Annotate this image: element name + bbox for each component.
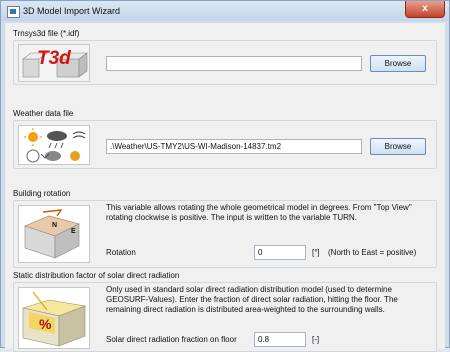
- weather-image: [18, 125, 90, 165]
- percent-symbol: %: [39, 316, 52, 332]
- solar-group: Static distribution factor of solar dire…: [13, 271, 437, 352]
- weather-group: Weather data file .\Weather\US-TMY2\US-W…: [13, 109, 437, 169]
- close-button[interactable]: x: [405, 1, 445, 18]
- solar-fraction-input[interactable]: 0.8: [254, 332, 306, 347]
- compass-north-label: N: [52, 222, 58, 229]
- trnsys3d-browse-button[interactable]: Browse: [370, 55, 426, 72]
- solar-group-label: Static distribution factor of solar dire…: [13, 271, 180, 280]
- rotation-description: This variable allows rotating the whole …: [106, 203, 412, 222]
- rotation-diagram: [19, 206, 89, 262]
- rotation-group-label: Building rotation: [13, 189, 71, 198]
- compass-east-label: E: [71, 228, 76, 235]
- wizard-window: 3D Model Import Wizard x Trnsys3d file (…: [0, 0, 450, 352]
- solar-group-box: % Only used in standard solar direct rad…: [13, 282, 437, 352]
- rotation-input[interactable]: 0: [254, 245, 306, 260]
- solar-image: %: [18, 287, 90, 349]
- trnsys3d-group: Trnsys3d file (*.idf) T3d Browse: [13, 29, 437, 85]
- weather-group-box: .\Weather\US-TMY2\US-WI-Madison-14837.tm…: [13, 120, 437, 169]
- rotation-hint: (North to East = positive): [328, 248, 417, 257]
- solar-field-label: Solar direct radiation fraction on floor: [106, 335, 237, 344]
- solar-diagram: [19, 288, 89, 348]
- trnsys3d-logo: T3d: [18, 44, 90, 82]
- weather-icons: [19, 126, 89, 164]
- trnsys3d-logo-text: T3d: [37, 48, 71, 69]
- weather-group-label: Weather data file: [13, 109, 74, 118]
- rotation-group-box: N E This variable allows rotating the wh…: [13, 200, 437, 268]
- solar-description: Only used in standard solar direct radia…: [106, 285, 398, 314]
- rotation-group: Building rotation N E This variable allo…: [13, 189, 437, 269]
- app-icon: [7, 6, 20, 18]
- trnsys3d-group-label: Trnsys3d file (*.idf): [13, 29, 80, 38]
- window-title: 3D Model Import Wizard: [23, 6, 121, 16]
- weather-file-input[interactable]: .\Weather\US-TMY2\US-WI-Madison-14837.tm…: [106, 139, 362, 154]
- title-bar[interactable]: 3D Model Import Wizard x: [1, 1, 449, 21]
- trnsys3d-file-input[interactable]: [106, 56, 362, 71]
- rotation-image: N E: [18, 205, 90, 263]
- rotation-unit: [°]: [312, 248, 320, 257]
- trnsys3d-group-box: T3d Browse: [13, 40, 437, 85]
- solar-unit: [-]: [312, 335, 320, 344]
- rotation-field-label: Rotation: [106, 248, 136, 257]
- wizard-client-area: Trnsys3d file (*.idf) T3d Browse Weather…: [5, 23, 445, 352]
- weather-browse-button[interactable]: Browse: [370, 138, 426, 155]
